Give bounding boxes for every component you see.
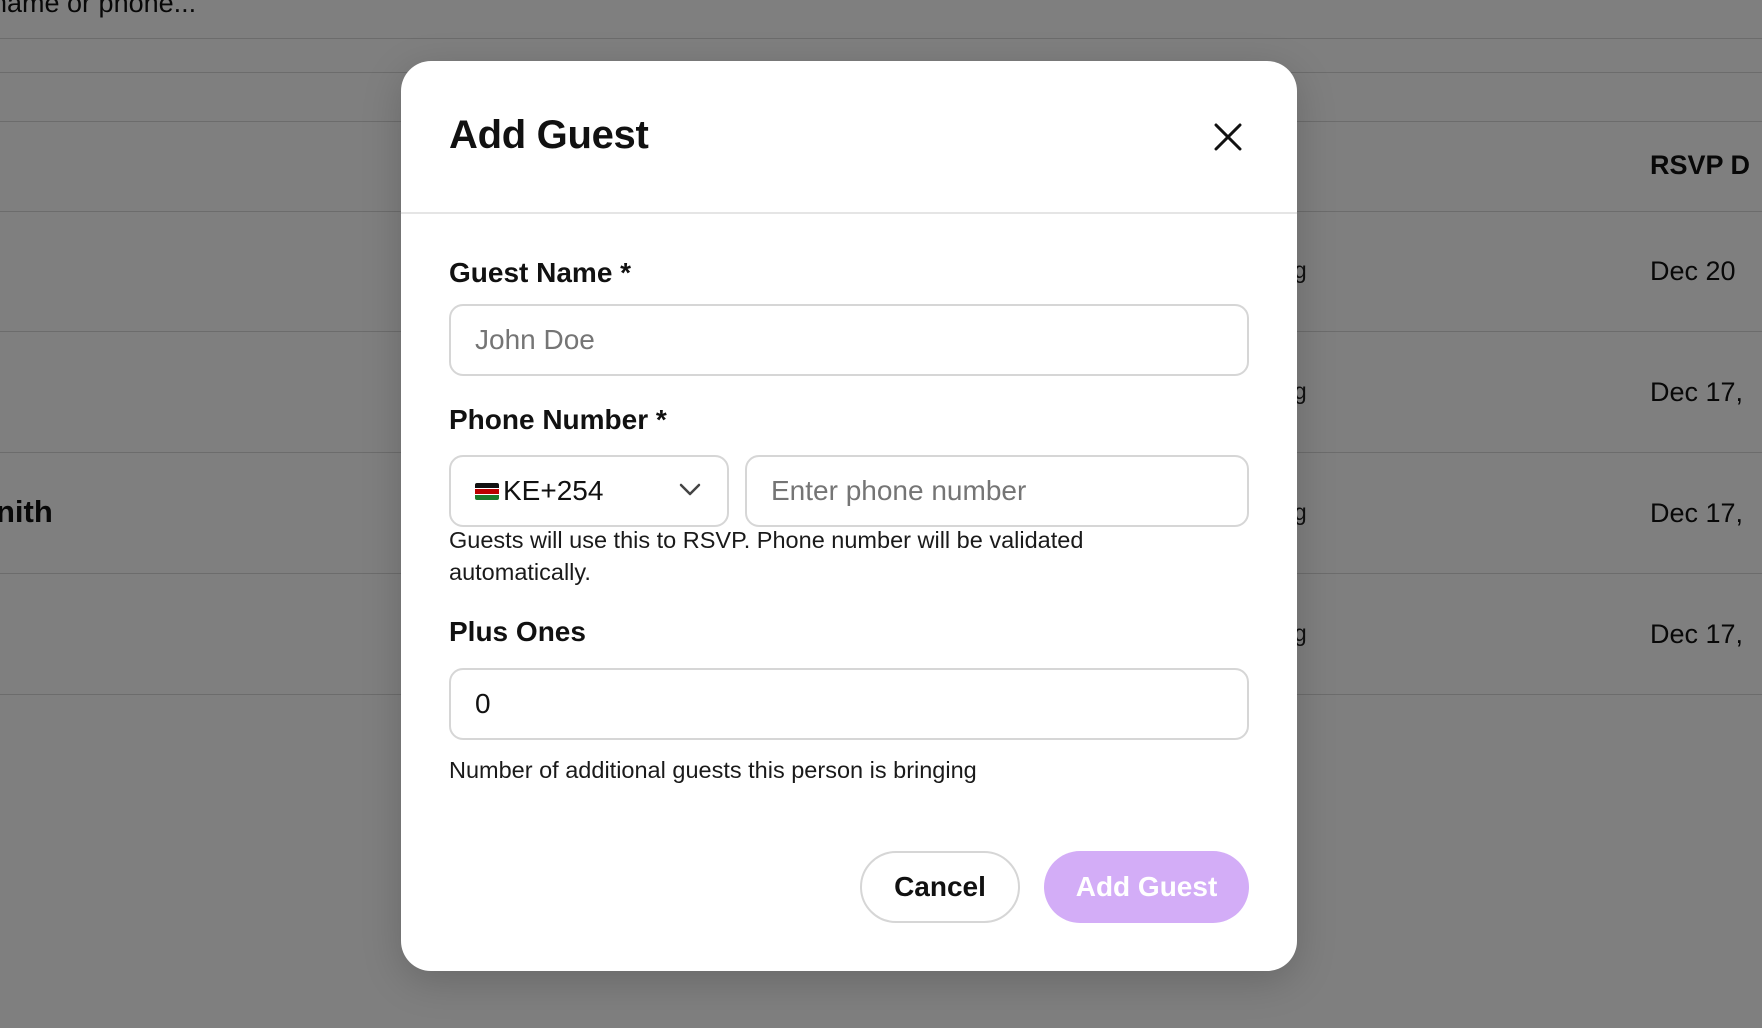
add-guest-dialog: Add Guest Guest Name * Phone Number * KE…: [401, 61, 1297, 971]
close-icon: [1214, 123, 1242, 151]
country-code-select[interactable]: KE+254: [449, 455, 729, 527]
close-button[interactable]: [1204, 113, 1252, 161]
phone-number-input[interactable]: [745, 455, 1249, 527]
phone-number-label: Phone Number *: [449, 404, 667, 435]
dialog-title: Add Guest: [449, 113, 649, 157]
guest-name-label: Guest Name *: [449, 257, 632, 288]
country-code-value: KE+254: [503, 475, 604, 506]
guest-name-input[interactable]: [449, 304, 1249, 376]
plus-ones-input[interactable]: [449, 668, 1249, 740]
kenya-flag-icon: [475, 482, 499, 500]
header-divider: [401, 212, 1297, 214]
cancel-button[interactable]: Cancel: [860, 851, 1020, 923]
phone-helper-text: Guests will use this to RSVP. Phone numb…: [449, 527, 1084, 585]
chevron-down-icon: [679, 483, 701, 496]
add-guest-button[interactable]: Add Guest: [1044, 851, 1249, 923]
plus-ones-helper-text: Number of additional guests this person …: [449, 757, 977, 783]
plus-ones-label: Plus Ones: [449, 616, 586, 647]
